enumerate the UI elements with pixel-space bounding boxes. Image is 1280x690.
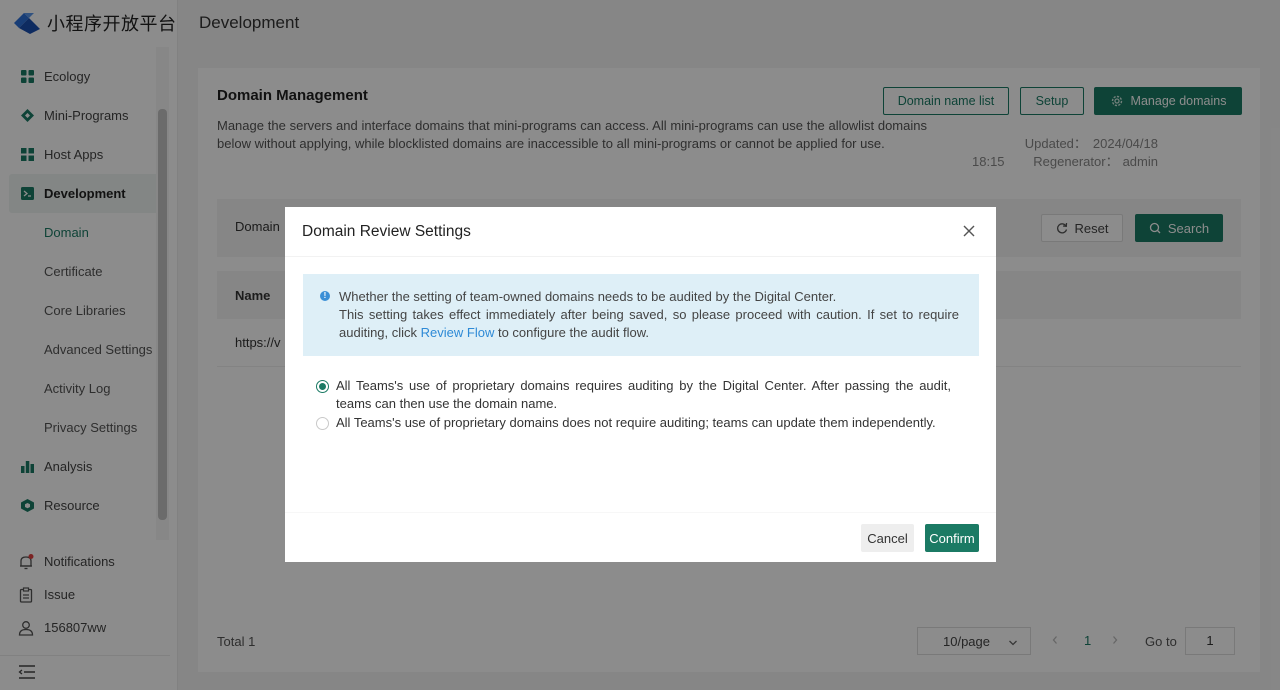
info-line-1: Whether the setting of team-owned domain… bbox=[339, 289, 837, 304]
domain-review-settings-dialog: Domain Review Settings ! Whether the set… bbox=[285, 207, 996, 562]
modal-header: Domain Review Settings bbox=[285, 207, 996, 256]
radio-no-audit[interactable] bbox=[316, 417, 329, 430]
close-icon[interactable] bbox=[962, 224, 976, 238]
info-icon: ! bbox=[320, 291, 330, 301]
info-text: Whether the setting of team-owned domain… bbox=[339, 288, 959, 342]
info-alert: ! Whether the setting of team-owned doma… bbox=[303, 274, 979, 356]
info-line-2-end: to configure the audit flow. bbox=[494, 325, 649, 340]
option-no-audit[interactable]: All Teams's use of proprietary domains d… bbox=[316, 414, 951, 432]
option-require-audit[interactable]: All Teams's use of proprietary domains r… bbox=[316, 377, 951, 413]
option-require-audit-label: All Teams's use of proprietary domains r… bbox=[336, 378, 951, 411]
modal-footer: Cancel Confirm bbox=[285, 512, 996, 562]
modal-title: Domain Review Settings bbox=[302, 223, 471, 240]
review-flow-link[interactable]: Review Flow bbox=[421, 325, 495, 340]
modal-divider bbox=[285, 256, 996, 257]
radio-require-audit[interactable] bbox=[316, 380, 329, 393]
confirm-button[interactable]: Confirm bbox=[925, 524, 979, 552]
option-no-audit-label: All Teams's use of proprietary domains d… bbox=[336, 415, 936, 430]
cancel-button[interactable]: Cancel bbox=[861, 524, 914, 552]
